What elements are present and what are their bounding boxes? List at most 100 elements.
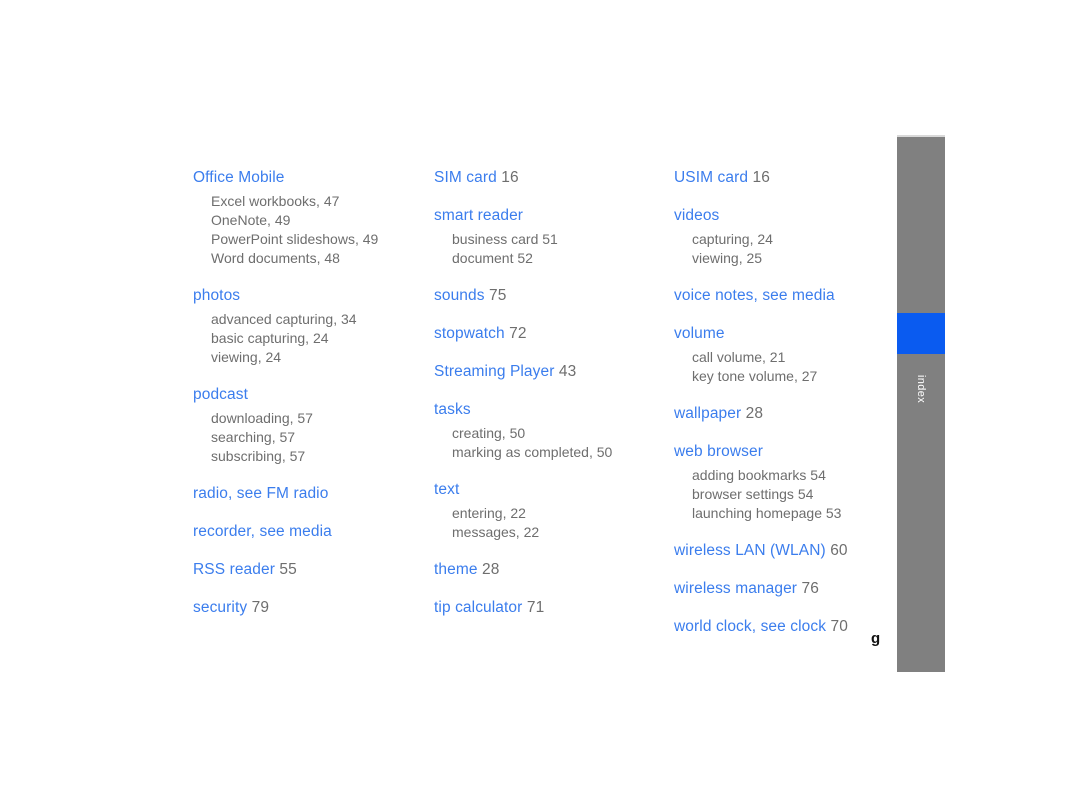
index-entry-group: videos capturing, 24 viewing, 25 [674, 206, 902, 268]
index-entry-heading[interactable]: tip calculator 71 [434, 598, 662, 618]
index-entry-heading[interactable]: smart reader [434, 206, 662, 226]
index-entry-page-number: 55 [279, 561, 297, 578]
index-entry-heading[interactable]: volume [674, 324, 902, 344]
index-sub-entry[interactable]: viewing, 24 [211, 348, 421, 367]
index-entry-page-number: 72 [509, 325, 527, 342]
index-entry-page-number: 28 [745, 405, 764, 422]
index-entry-group: text entering, 22 messages, 22 [434, 480, 662, 542]
index-entry-heading-text: voice notes, see media [674, 287, 835, 304]
index-entry-heading-text: USIM card [674, 169, 749, 186]
index-entry-heading[interactable]: wireless manager 76 [674, 579, 902, 599]
index-entry-heading[interactable]: radio, see FM radio [193, 484, 421, 504]
index-sub-entry-list: capturing, 24 viewing, 25 [674, 230, 902, 268]
index-entry-heading[interactable]: stopwatch 72 [434, 324, 662, 344]
index-entry-heading[interactable]: world clock, see clock 70 [674, 617, 902, 637]
index-entry-heading[interactable]: Office Mobile [193, 168, 421, 188]
index-sub-entry[interactable]: Word documents, 48 [211, 249, 421, 268]
index-entry-heading-text: web browser [674, 443, 763, 460]
index-page: Office Mobile Excel workbooks, 47 OneNote,… [0, 0, 1080, 808]
index-side-tab[interactable]: index [897, 135, 945, 672]
index-entry-heading[interactable]: security 79 [193, 598, 421, 618]
index-entry-heading-text: wireless LAN (WLAN) [674, 542, 826, 559]
index-sub-entry-list: Excel workbooks, 47 OneNote, 49 PowerPoint… [193, 192, 421, 268]
index-entry-page-number: 70 [830, 618, 848, 635]
index-entry-heading[interactable]: sounds 75 [434, 286, 662, 306]
index-entry-heading[interactable]: theme 28 [434, 560, 662, 580]
index-entry-heading-text: text [434, 481, 460, 498]
index-entry-group: Streaming Player 43 [434, 362, 662, 382]
index-entry-group: theme 28 [434, 560, 662, 580]
index-entry-heading[interactable]: videos [674, 206, 902, 226]
index-sub-entry[interactable]: advanced capturing, 34 [211, 310, 421, 329]
index-sub-entry[interactable]: downloading, 57 [211, 409, 421, 428]
index-entry-page-number: 28 [482, 561, 500, 578]
index-entry-heading[interactable]: USIM card 16 [674, 168, 902, 188]
index-sub-entry[interactable]: key tone volume, 27 [692, 367, 902, 386]
index-entry-page-number: 71 [526, 599, 545, 616]
index-entry-heading-text: photos [193, 287, 241, 304]
index-entry-heading-text: theme [434, 561, 478, 578]
index-sub-entry[interactable]: browser settings 54 [692, 485, 902, 504]
index-entry-group: wallpaper 28 [674, 404, 902, 424]
index-entry-heading[interactable]: tasks [434, 400, 662, 420]
index-sub-entry[interactable]: basic capturing, 24 [211, 329, 421, 348]
side-tab-active-marker [897, 313, 945, 354]
index-sub-entry[interactable]: capturing, 24 [692, 230, 902, 249]
index-entry-heading-text: smart reader [434, 207, 524, 224]
index-sub-entry[interactable]: launching homepage 53 [692, 504, 902, 523]
index-sub-entry[interactable]: business card 51 [452, 230, 662, 249]
index-sub-entry-list: adding bookmarks 54 browser settings 54 la… [674, 466, 902, 523]
index-entry-heading[interactable]: web browser [674, 442, 902, 462]
index-entry-heading-text: wallpaper [674, 405, 742, 422]
index-entry-heading-text: tip calculator [434, 599, 523, 616]
index-entry-heading[interactable]: wallpaper 28 [674, 404, 902, 424]
index-entry-heading-text: Office Mobile [193, 169, 285, 186]
index-entry-heading-text: stopwatch [434, 325, 505, 342]
index-sub-entry[interactable]: viewing, 25 [692, 249, 902, 268]
index-sub-entry[interactable]: searching, 57 [211, 428, 421, 447]
index-sub-entry[interactable]: PowerPoint slideshows, 49 [211, 230, 421, 249]
index-sub-entry-list: advanced capturing, 34 basic capturing, 2… [193, 310, 421, 367]
index-entry-heading-text: wireless manager [674, 580, 798, 597]
index-sub-entry[interactable]: call volume, 21 [692, 348, 902, 367]
index-entry-group: volume call volume, 21 key tone volume, 27 [674, 324, 902, 386]
index-entry-heading[interactable]: RSS reader 55 [193, 560, 421, 580]
index-entry-heading[interactable]: podcast [193, 385, 421, 405]
index-entry-group: world clock, see clock 70 [674, 617, 902, 637]
index-column-3: USIM card 16 videos capturing, 24 viewing, … [674, 168, 902, 637]
index-entry-heading[interactable]: Streaming Player 43 [434, 362, 662, 382]
index-entry-heading-text: SIM card [434, 169, 497, 186]
index-entry-heading-text: RSS reader [193, 561, 275, 578]
index-entry-group: smart reader business card 51 document 52 [434, 206, 662, 268]
index-entry-group: tasks creating, 50 marking as completed, 5… [434, 400, 662, 462]
index-entry-heading[interactable]: photos [193, 286, 421, 306]
index-entry-page-number: 75 [489, 287, 507, 304]
index-sub-entry[interactable]: OneNote, 49 [211, 211, 421, 230]
index-sub-entry[interactable]: adding bookmarks 54 [692, 466, 902, 485]
index-sub-entry[interactable]: subscribing, 57 [211, 447, 421, 466]
index-sub-entry[interactable]: Excel workbooks, 47 [211, 192, 421, 211]
index-entry-page-number: 76 [801, 580, 819, 597]
index-sub-entry[interactable]: entering, 22 [452, 504, 662, 523]
index-entry-heading-text: sounds [434, 287, 485, 304]
index-sub-entry[interactable]: document 52 [452, 249, 662, 268]
side-tab-label-text: index [914, 374, 927, 404]
index-sub-entry[interactable]: creating, 50 [452, 424, 662, 443]
index-entry-group: radio, see FM radio [193, 484, 421, 504]
index-entry-group: tip calculator 71 [434, 598, 662, 618]
index-entry-heading[interactable]: wireless LAN (WLAN) 60 [674, 541, 902, 561]
index-entry-heading[interactable]: voice notes, see media [674, 286, 902, 306]
side-tab-label: index [897, 359, 945, 419]
index-entry-heading-text: world clock, see clock [674, 618, 827, 635]
index-sub-entry[interactable]: marking as completed, 50 [452, 443, 662, 462]
index-entry-heading[interactable]: text [434, 480, 662, 500]
index-entry-page-number: 43 [558, 363, 577, 380]
index-entry-heading[interactable]: recorder, see media [193, 522, 421, 542]
index-entry-page-number: 16 [752, 169, 770, 186]
index-entry-heading-text: videos [674, 207, 720, 224]
index-entry-heading-text: podcast [193, 386, 248, 403]
index-entry-heading[interactable]: SIM card 16 [434, 168, 662, 188]
index-entry-heading-text: security [193, 599, 248, 616]
index-entry-group: web browser adding bookmarks 54 browser se… [674, 442, 902, 523]
index-sub-entry[interactable]: messages, 22 [452, 523, 662, 542]
